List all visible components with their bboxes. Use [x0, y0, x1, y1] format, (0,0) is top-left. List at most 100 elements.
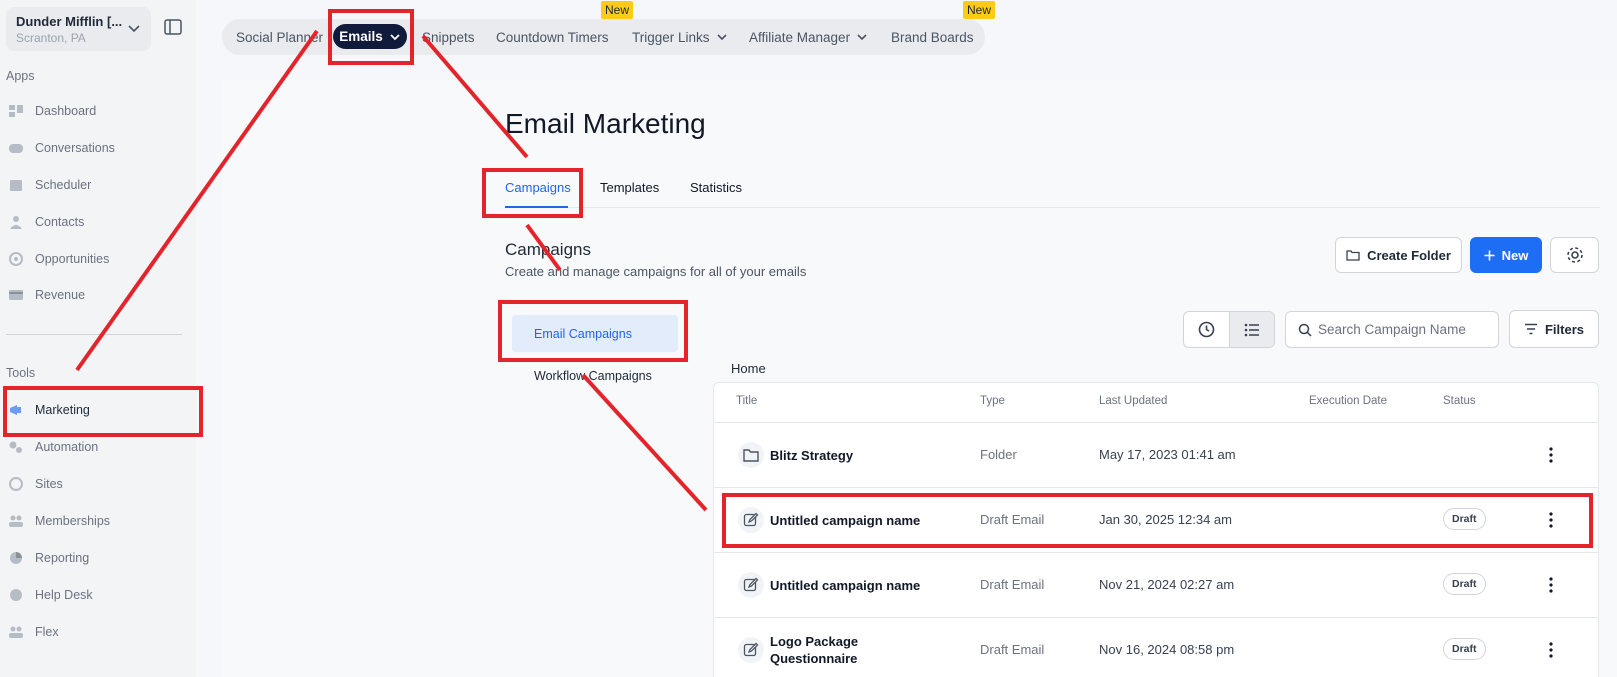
edit-icon	[738, 572, 764, 598]
sidebar-item-memberships[interactable]: Memberships	[8, 509, 110, 533]
sidebar-item-sites[interactable]: Sites	[8, 472, 63, 496]
sidebar-item-label: Scheduler	[35, 178, 92, 192]
sidebar-item-label: Opportunities	[35, 252, 110, 266]
row-type: Draft Email	[980, 642, 1045, 657]
page-title: Email Marketing	[505, 108, 706, 139]
tools-section-label: Tools	[6, 366, 36, 380]
tab-trigger-links[interactable]: Trigger Links	[632, 19, 728, 55]
list-icon	[1244, 323, 1259, 336]
apps-section-label: Apps	[6, 69, 35, 83]
tab-brand-boards[interactable]: Brand Boards	[891, 19, 974, 55]
sidebar-item-contacts[interactable]: Contacts	[8, 210, 84, 234]
row-type: Folder	[980, 447, 1017, 462]
sidebar-item-scheduler[interactable]: Scheduler	[8, 173, 91, 197]
filters-button[interactable]: Filters	[1509, 310, 1599, 348]
sidebar-item-conversations[interactable]: Conversations	[8, 136, 115, 160]
row-updated: Nov 21, 2024 02:27 am	[1099, 577, 1235, 592]
tab-social-planner[interactable]: Social Planner	[236, 19, 323, 55]
sidebar: Dunder Mifflin [... Scranton, PA Apps Da…	[0, 0, 196, 677]
section-title: Campaigns	[505, 240, 591, 259]
sidebar-item-label: Memberships	[35, 514, 111, 528]
column-header-title: Title	[736, 395, 758, 407]
location-switcher[interactable]: Dunder Mifflin [... Scranton, PA	[6, 7, 151, 51]
status-badge: Draft	[1443, 638, 1486, 660]
sidebar-item-label: Dashboard	[35, 104, 97, 118]
sidebar-item-automation[interactable]: Automation	[8, 435, 98, 459]
view-toggle	[1183, 311, 1275, 348]
button-label: Create Folder	[1367, 247, 1451, 263]
tab-label: Trigger Links	[632, 29, 710, 45]
sidebar-item-dashboard[interactable]: Dashboard	[8, 99, 96, 123]
row-title[interactable]: Untitled campaign name	[770, 577, 940, 594]
row-updated: May 17, 2023 01:41 am	[1099, 447, 1236, 462]
sidebar-item-flex[interactable]: Flex	[8, 620, 59, 644]
breadcrumb[interactable]: Home	[731, 361, 766, 376]
sidebar-item-label: Sites	[35, 477, 63, 491]
sidebar-item-opportunities[interactable]: Opportunities	[8, 247, 109, 271]
column-header-execution-date: Execution Date	[1309, 395, 1387, 407]
tab-snippets[interactable]: Snippets	[422, 19, 475, 55]
search-field[interactable]	[1285, 311, 1499, 348]
annotation-box-campaigns	[482, 168, 583, 218]
sidebar-toggle-icon[interactable]	[164, 19, 182, 35]
row-title[interactable]: Blitz Strategy	[770, 447, 880, 464]
more-options-icon[interactable]	[1548, 447, 1554, 463]
annotation-box-draft-row	[722, 493, 1593, 548]
people-icon	[9, 626, 23, 638]
sidebar-item-revenue[interactable]: Revenue	[8, 283, 85, 307]
row-type: Draft Email	[980, 577, 1045, 592]
sidebar-item-label: Flex	[35, 625, 59, 639]
clock-icon	[1198, 321, 1215, 338]
sidebar-item-label: Conversations	[35, 141, 115, 155]
more-options-icon[interactable]	[1548, 577, 1554, 593]
search-icon	[1298, 323, 1312, 337]
pie-icon	[10, 552, 22, 564]
table-row[interactable]: Logo Package Questionnaire Draft Email N…	[714, 617, 1598, 677]
help-icon	[10, 589, 22, 601]
tab-affiliate-manager[interactable]: Affiliate Manager	[749, 19, 868, 55]
sidebar-item-label: Reporting	[35, 551, 90, 565]
button-label: Filters	[1544, 321, 1584, 337]
sites-icon	[9, 477, 23, 491]
location-sub: Scranton, PA	[16, 31, 86, 45]
search-input[interactable]	[1318, 322, 1493, 337]
gears-icon	[9, 441, 22, 453]
section-subtitle: Create and manage campaigns for all of y…	[505, 264, 807, 279]
target-icon	[9, 252, 23, 266]
settings-button[interactable]	[1550, 237, 1599, 273]
new-button[interactable]: New	[1470, 237, 1542, 273]
new-badge: New	[601, 1, 634, 19]
tab-divider	[505, 207, 1600, 208]
sidebar-item-label: Help Desk	[35, 588, 93, 602]
side-nav-workflow-campaigns[interactable]: Workflow Campaigns	[534, 369, 652, 383]
gear-icon	[1566, 247, 1583, 263]
calendar-icon	[10, 180, 22, 191]
location-name: Dunder Mifflin [...	[16, 14, 123, 29]
column-header-type: Type	[980, 395, 1005, 407]
folder-icon	[1346, 250, 1360, 261]
tab-statistics[interactable]: Statistics	[690, 180, 742, 195]
sidebar-item-help-desk[interactable]: Help Desk	[8, 583, 93, 607]
more-options-icon[interactable]	[1548, 642, 1554, 658]
table-row[interactable]: Untitled campaign name Draft Email Nov 2…	[714, 552, 1598, 617]
plus-icon	[1484, 250, 1495, 260]
sidebar-item-label: Contacts	[35, 215, 85, 229]
tab-countdown-timers[interactable]: Countdown Timers	[496, 19, 609, 55]
create-folder-button[interactable]: Create Folder	[1335, 237, 1462, 273]
list-view-button[interactable]	[1228, 312, 1274, 347]
tab-templates[interactable]: Templates	[600, 180, 659, 195]
status-badge: Draft	[1443, 573, 1486, 595]
tab-label: Affiliate Manager	[749, 29, 851, 45]
sidebar-divider	[6, 334, 182, 335]
sidebar-item-label: Revenue	[35, 288, 86, 302]
chevron-down-icon	[128, 25, 140, 33]
button-label: New	[1501, 247, 1529, 263]
table-row[interactable]: Blitz Strategy Folder May 17, 2023 01:41…	[714, 422, 1598, 487]
chevron-down-icon	[857, 34, 867, 41]
row-updated: Nov 16, 2024 08:58 pm	[1099, 642, 1235, 657]
history-view-button[interactable]	[1184, 312, 1229, 347]
sidebar-item-reporting[interactable]: Reporting	[8, 546, 89, 570]
column-header-last-updated: Last Updated	[1099, 395, 1168, 407]
dashboard-icon	[9, 105, 23, 117]
row-title[interactable]: Logo Package Questionnaire	[770, 633, 880, 667]
